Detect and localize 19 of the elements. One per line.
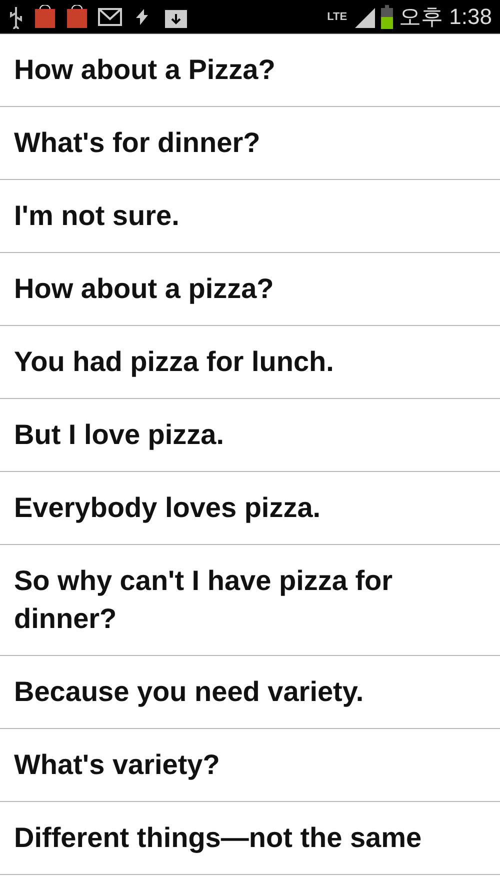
signal-icon	[353, 6, 376, 28]
list-item[interactable]: Everybody loves pizza.	[0, 472, 500, 545]
list-item[interactable]: You had pizza for lunch.	[0, 326, 500, 399]
list-item[interactable]: Different things—not the same	[0, 802, 500, 875]
network-type: LTE	[327, 10, 348, 22]
list-item[interactable]: What's for dinner?	[0, 107, 500, 180]
list-item[interactable]: How about a Pizza?	[0, 34, 500, 107]
mail-icon	[98, 6, 122, 26]
list-item[interactable]: So why can't I have pizza for dinner?	[0, 545, 500, 656]
shopping-bag-icon	[34, 4, 56, 28]
shopping-bag-icon	[66, 4, 88, 28]
list-item[interactable]: I'm not sure.	[0, 180, 500, 253]
clock: 오후 1:38	[399, 2, 492, 30]
list-item[interactable]: What's variety?	[0, 729, 500, 802]
list-item[interactable]: Because you need variety.	[0, 656, 500, 729]
battery-icon	[381, 4, 394, 28]
list-item[interactable]: But I love pizza.	[0, 399, 500, 472]
usb-icon	[8, 4, 24, 28]
list-item[interactable]: How about a pizza?	[0, 253, 500, 326]
